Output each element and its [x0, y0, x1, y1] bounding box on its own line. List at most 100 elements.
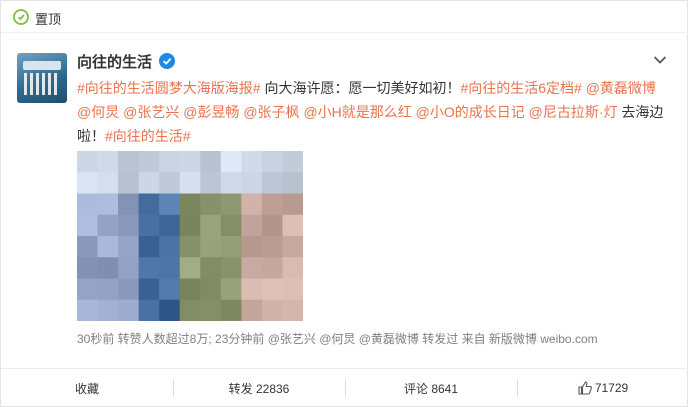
photo-pixel — [138, 151, 160, 173]
photo-pixel — [200, 214, 222, 237]
photo-pixel — [282, 172, 303, 194]
photo-pixel — [77, 172, 99, 194]
photo-pixel — [179, 172, 201, 194]
photo-pixel — [159, 257, 181, 279]
post-text: #向往的生活圆梦大海版海报# 向大海许愿：愿一切美好如初！#向往的生活6定档# … — [77, 76, 672, 148]
photo-pixel — [282, 278, 303, 301]
photo-pixel — [118, 257, 140, 279]
photo-pixel — [138, 257, 160, 279]
favorite-button[interactable]: 收藏 — [1, 369, 173, 407]
photo-pixel — [159, 278, 181, 301]
photo-pixel — [282, 151, 303, 173]
photo-pixel — [200, 151, 222, 173]
photo-pixel — [159, 236, 181, 258]
photo-pixel — [118, 151, 140, 173]
action-bar: 收藏 转发 22836 评论 8641 71729 — [1, 368, 688, 407]
comment-button[interactable]: 评论 8641 — [345, 369, 517, 407]
photo-pixel — [261, 151, 283, 173]
photo-pixel — [77, 299, 99, 321]
photo-pixel — [179, 214, 201, 237]
post-link[interactable]: @张艺兴 — [123, 104, 179, 120]
pin-icon — [13, 9, 29, 25]
photo-pixel — [159, 172, 181, 194]
like-icon — [578, 381, 592, 395]
photo-pixel — [261, 278, 283, 301]
photo-pixel — [159, 214, 181, 237]
avatar-badge — [23, 61, 61, 70]
photo-pixel — [118, 278, 140, 301]
photo-pixel — [200, 278, 222, 301]
photo-pixel — [97, 214, 119, 237]
photo-pixel — [179, 257, 201, 279]
repost-button[interactable]: 转发 22836 — [173, 369, 345, 407]
photo-pixel — [241, 257, 263, 279]
photo-pixel — [220, 151, 242, 173]
photo-pixel — [97, 193, 119, 216]
photo-pixel — [261, 193, 283, 216]
post-link[interactable]: #向往的生活# — [105, 128, 191, 144]
photo-pixel — [138, 278, 160, 301]
photo-pixel — [261, 299, 283, 321]
photo-pixel — [200, 172, 222, 194]
photo-pixel — [97, 299, 119, 321]
post-link[interactable]: #向往的生活圆梦大海版海报# — [77, 80, 261, 96]
photo-pixel — [220, 236, 242, 258]
photo-pixel — [118, 172, 140, 194]
photo-pixel — [97, 151, 119, 173]
photo-pixel — [138, 214, 160, 237]
photo-pixel — [282, 214, 303, 237]
photo-pixel — [77, 193, 99, 216]
photo-pixel — [261, 236, 283, 258]
photo-pixel — [138, 193, 160, 216]
photo-pixel — [179, 193, 201, 216]
photo-pixel — [282, 257, 303, 279]
post-link[interactable]: @张子枫 — [243, 104, 299, 120]
photo-pixel — [97, 257, 119, 279]
avatar[interactable] — [17, 53, 67, 103]
photo-pixel — [118, 299, 140, 321]
verified-icon — [159, 53, 176, 69]
photo-pixel — [97, 236, 119, 258]
post-link[interactable]: @何炅 — [77, 104, 119, 120]
favorite-label: 收藏 — [74, 381, 99, 396]
post-link[interactable]: @小H就是那么红 — [303, 104, 411, 120]
post-text-segment: 向大海许愿：愿一切美好如初！ — [260, 80, 461, 96]
photo-pixel — [220, 257, 242, 279]
photo-pixel — [220, 299, 242, 321]
photo-pixel — [241, 278, 263, 301]
photo-pixel — [241, 193, 263, 216]
photo-pixel — [241, 236, 263, 258]
username[interactable]: 向往的生活 — [77, 51, 152, 72]
photo-pixel — [220, 278, 242, 301]
repost-label: 转发 22836 — [228, 381, 290, 396]
post-link[interactable]: @尼古拉斯·灯 — [529, 104, 618, 120]
photo-pixel — [138, 172, 160, 194]
photo-pixel — [97, 278, 119, 301]
author-row: 向往的生活 — [77, 51, 176, 72]
photo-pixel — [261, 257, 283, 279]
photo-pixel — [179, 299, 201, 321]
photo-pixel — [118, 214, 140, 237]
post-link[interactable]: @黄磊微博 — [586, 80, 656, 96]
photo-pixel — [241, 172, 263, 194]
post-link[interactable]: @小O的成长日记 — [416, 104, 525, 120]
photo-pixel — [77, 151, 99, 173]
photo-pixel — [159, 151, 181, 173]
photo-pixel — [159, 299, 181, 321]
photo-pixel — [200, 299, 222, 321]
like-button[interactable]: 71729 — [517, 369, 688, 407]
post-photo[interactable] — [77, 151, 303, 321]
photo-pixel — [261, 214, 283, 237]
weibo-card: 置顶 向往的生活 #向往的生活圆梦大海版海报# 向大海许愿：愿一切美好如初！#向… — [0, 0, 688, 407]
post-link[interactable]: @彭昱畅 — [183, 104, 239, 120]
photo-pixel — [77, 214, 99, 237]
photo-pixel — [77, 278, 99, 301]
photo-pixel — [220, 193, 242, 216]
chevron-down-icon[interactable] — [653, 55, 667, 65]
photo-pixel — [282, 193, 303, 216]
post-link[interactable]: #向往的生活6定档# — [460, 80, 581, 96]
photo-pixel — [179, 236, 201, 258]
photo-pixel — [220, 172, 242, 194]
photo-pixel — [241, 151, 263, 173]
photo-pixel — [220, 214, 242, 237]
